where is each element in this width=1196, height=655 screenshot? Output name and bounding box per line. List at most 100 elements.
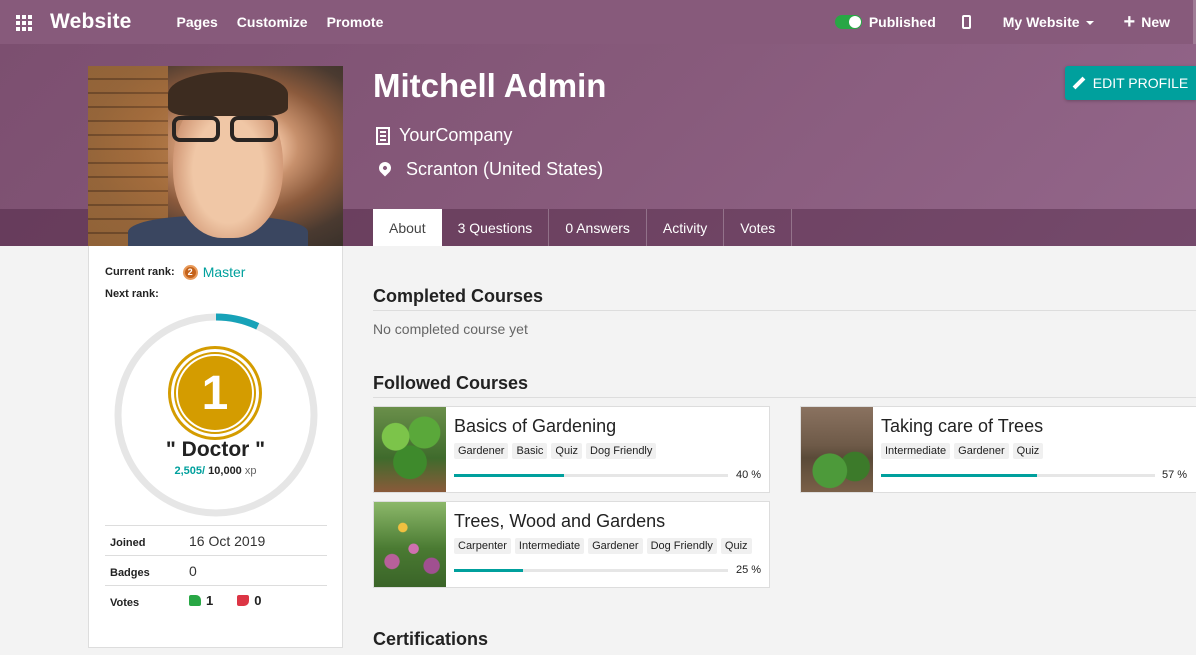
- section-divider: [373, 310, 1196, 311]
- course-progress-track: [454, 474, 728, 477]
- location-name: Scranton (United States): [406, 159, 604, 179]
- course-title[interactable]: Basics of Gardening: [454, 416, 761, 437]
- company-name: YourCompany: [399, 125, 513, 145]
- completed-empty-text: No completed course yet: [373, 321, 528, 337]
- course-tag[interactable]: Intermediate: [514, 538, 585, 554]
- published-toggle[interactable]: [834, 15, 862, 29]
- next-rank-label: Next rank:: [105, 288, 159, 300]
- profile-name: Mitchell Admin: [373, 67, 607, 104]
- badges-label: Badges: [110, 566, 150, 579]
- profile-company: YourCompany: [376, 125, 512, 146]
- course-tag[interactable]: Gardener: [954, 443, 1009, 459]
- nav-promote[interactable]: Promote: [327, 14, 384, 30]
- course-progress-track: [881, 474, 1155, 477]
- current-rank-label: Current rank:: [105, 266, 175, 278]
- course-progress-track: [454, 569, 728, 572]
- tab-about[interactable]: About: [373, 209, 442, 246]
- stat-joined: Joined 16 Oct 2019: [105, 525, 327, 555]
- mobile-preview-icon[interactable]: [961, 15, 971, 29]
- course-body: Trees, Wood and Gardens Carpenter Interm…: [446, 502, 769, 587]
- completed-courses-title: Completed Courses: [373, 286, 544, 306]
- joined-label: Joined: [110, 536, 146, 549]
- edit-profile-label: EDIT PROFILE: [1092, 75, 1189, 91]
- app-brand[interactable]: Website: [50, 10, 132, 34]
- topbar-right: Published My Website + New: [834, 0, 1196, 44]
- xp-current: 2,505/: [174, 465, 206, 477]
- votes-up-count: 1: [206, 593, 214, 608]
- course-tag[interactable]: Gardener: [454, 443, 509, 459]
- thumbs-up-icon: [189, 595, 201, 606]
- votes-label: Votes: [110, 596, 140, 609]
- my-website-dropdown[interactable]: My Website: [1003, 14, 1094, 30]
- course-card[interactable]: Taking care of Trees Intermediate Garden…: [800, 406, 1196, 493]
- followed-courses-title: Followed Courses: [373, 373, 529, 393]
- profile-location: Scranton (United States): [376, 159, 603, 180]
- course-progress-label: 57 %: [1162, 469, 1188, 481]
- map-marker-icon: [376, 159, 394, 176]
- course-tags: Intermediate Gardener Quiz: [881, 443, 1188, 459]
- rank-medal-icon: 1: [171, 349, 259, 437]
- course-tag[interactable]: Carpenter: [454, 538, 511, 554]
- course-progress-label: 25 %: [736, 564, 762, 576]
- tab-votes[interactable]: Votes: [724, 209, 793, 246]
- tab-questions[interactable]: 3 Questions: [442, 209, 550, 246]
- edit-profile-button[interactable]: EDIT PROFILE: [1065, 66, 1196, 100]
- profile-tabs: About 3 Questions 0 Answers Activity Vot…: [373, 209, 793, 246]
- building-icon: [376, 126, 390, 145]
- next-rank-row: Next rank:: [105, 288, 159, 300]
- xp-max: 10,000: [208, 465, 242, 477]
- rank-sidebar: Current rank: 2 Master Next rank: 1 " Do…: [88, 246, 343, 648]
- nav-pages[interactable]: Pages: [177, 14, 218, 30]
- published-label[interactable]: Published: [869, 14, 936, 30]
- top-navbar: Website Pages Customize Promote Publishe…: [0, 0, 1196, 44]
- badges-value: 0: [189, 562, 197, 579]
- course-thumbnail[interactable]: [801, 407, 873, 492]
- course-tag[interactable]: Basic: [512, 443, 548, 459]
- apps-grid-icon[interactable]: [16, 15, 34, 31]
- course-tag[interactable]: Gardener: [588, 538, 643, 554]
- pencil-icon: [1073, 77, 1085, 89]
- course-card[interactable]: Trees, Wood and Gardens Carpenter Interm…: [373, 501, 770, 588]
- course-progress-fill: [454, 474, 564, 477]
- course-thumbnail[interactable]: [374, 502, 446, 587]
- current-rank-row: Current rank: 2 Master: [105, 264, 245, 280]
- stat-votes: Votes 1 0: [105, 585, 327, 615]
- thumbs-down-icon: [237, 595, 250, 606]
- course-card[interactable]: Basics of Gardening Gardener Basic Quiz …: [373, 406, 770, 493]
- course-progress-fill: [881, 474, 1038, 477]
- certifications-title: Certifications: [373, 629, 489, 649]
- next-rank-name: " Doctor ": [165, 438, 266, 461]
- course-tag[interactable]: Dog Friendly: [586, 443, 657, 459]
- course-body: Basics of Gardening Gardener Basic Quiz …: [446, 407, 769, 492]
- xp-progress: 2,505/ 10,000 xp: [89, 465, 342, 477]
- tab-activity[interactable]: Activity: [647, 209, 725, 246]
- course-title[interactable]: Taking care of Trees: [881, 416, 1188, 437]
- tab-answers[interactable]: 0 Answers: [549, 209, 647, 246]
- rank-badge-icon: 2: [182, 264, 198, 280]
- plus-icon[interactable]: +: [1124, 12, 1136, 32]
- course-thumbnail[interactable]: [374, 407, 446, 492]
- caret-down-icon: [1085, 21, 1094, 26]
- course-tag[interactable]: Dog Friendly: [646, 538, 717, 554]
- medal-number: 1: [176, 354, 254, 432]
- course-progress-label: 40 %: [736, 469, 762, 481]
- course-progress-fill: [454, 569, 523, 572]
- nav-customize[interactable]: Customize: [237, 14, 308, 30]
- course-tag[interactable]: Quiz: [1012, 443, 1044, 459]
- course-tags: Gardener Basic Quiz Dog Friendly: [454, 443, 761, 459]
- joined-value: 16 Oct 2019: [189, 532, 266, 549]
- course-tag[interactable]: Quiz: [551, 443, 583, 459]
- stat-badges: Badges 0: [105, 555, 327, 585]
- xp-unit: xp: [244, 465, 257, 477]
- votes-down-count: 0: [254, 593, 262, 608]
- course-tags: Carpenter Intermediate Gardener Dog Frie…: [454, 538, 761, 554]
- course-tag[interactable]: Quiz: [720, 538, 752, 554]
- profile-avatar: [88, 66, 343, 246]
- course-tag[interactable]: Intermediate: [881, 443, 951, 459]
- my-website-label: My Website: [1002, 14, 1080, 30]
- section-divider: [373, 397, 1196, 398]
- course-body: Taking care of Trees Intermediate Garden…: [873, 407, 1196, 492]
- course-title[interactable]: Trees, Wood and Gardens: [454, 511, 761, 532]
- current-rank-link[interactable]: Master: [203, 264, 246, 280]
- new-button[interactable]: New: [1141, 14, 1170, 30]
